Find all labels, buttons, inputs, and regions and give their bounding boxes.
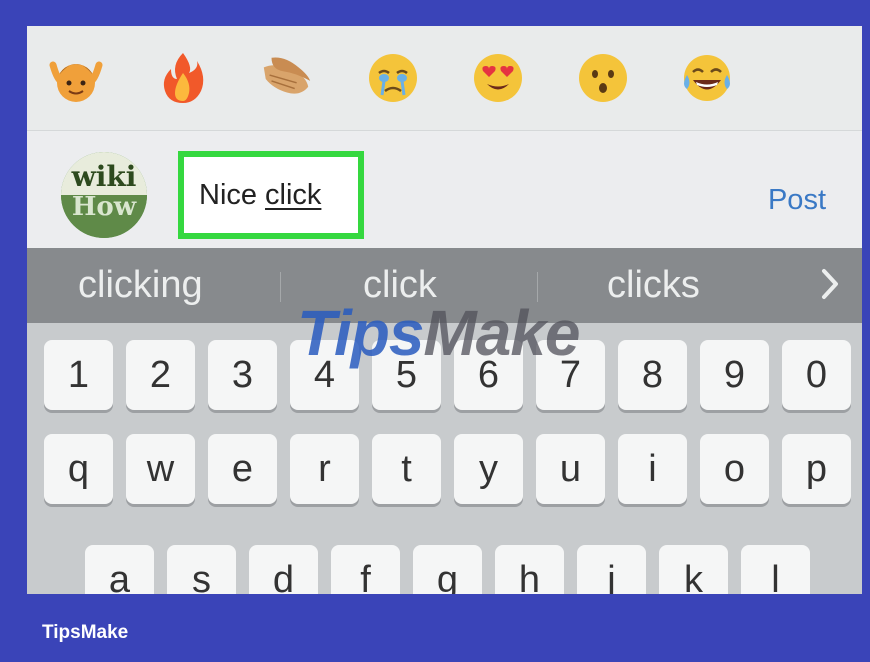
keyboard: 1 2 3 4 5 6 7 8 9 0 q w e r t y u i o p …	[27, 323, 862, 594]
key-8[interactable]: 8	[618, 340, 687, 410]
key-2[interactable]: 2	[126, 340, 195, 410]
suggestion-divider	[537, 272, 538, 302]
key-d[interactable]: d	[249, 545, 318, 594]
key-w[interactable]: w	[126, 434, 195, 504]
avatar-logo-top: wiki	[71, 160, 137, 193]
raised-hands-boy-icon[interactable]	[48, 50, 104, 106]
avatar: wiki How	[61, 152, 147, 238]
avatar-logo-bottom: How	[71, 192, 137, 222]
key-k[interactable]: k	[659, 545, 728, 594]
comment-text-underlined-word: click	[265, 178, 322, 211]
key-3[interactable]: 3	[208, 340, 277, 410]
key-9[interactable]: 9	[700, 340, 769, 410]
key-y[interactable]: y	[454, 434, 523, 504]
suggestion-click[interactable]: click	[363, 264, 437, 307]
key-q[interactable]: q	[44, 434, 113, 504]
footer-brand: TipsMake	[42, 622, 129, 643]
key-6[interactable]: 6	[454, 340, 523, 410]
crying-face-icon[interactable]	[365, 50, 421, 106]
chevron-right-icon[interactable]	[820, 268, 840, 305]
key-0[interactable]: 0	[782, 340, 851, 410]
surprised-face-icon[interactable]	[575, 50, 631, 106]
key-s[interactable]: s	[167, 545, 236, 594]
key-u[interactable]: u	[536, 434, 605, 504]
suggestion-divider	[280, 272, 281, 302]
key-1[interactable]: 1	[44, 340, 113, 410]
key-7[interactable]: 7	[536, 340, 605, 410]
post-button[interactable]: Post	[768, 184, 826, 217]
phone-screen: wiki How Nice click Post clicking click …	[27, 26, 862, 594]
key-t[interactable]: t	[372, 434, 441, 504]
key-l[interactable]: l	[741, 545, 810, 594]
key-a[interactable]: a	[85, 545, 154, 594]
key-e[interactable]: e	[208, 434, 277, 504]
key-4[interactable]: 4	[290, 340, 359, 410]
word-suggestion-bar: clicking click clicks	[27, 248, 862, 323]
emoji-bar	[27, 26, 862, 131]
key-r[interactable]: r	[290, 434, 359, 504]
key-g[interactable]: g	[413, 545, 482, 594]
heart-eyes-face-icon[interactable]	[470, 50, 526, 106]
key-5[interactable]: 5	[372, 340, 441, 410]
image-frame: wiki How Nice click Post clicking click …	[0, 0, 870, 662]
key-o[interactable]: o	[700, 434, 769, 504]
suggestion-clicks[interactable]: clicks	[607, 264, 700, 307]
key-i[interactable]: i	[618, 434, 687, 504]
key-j[interactable]: j	[577, 545, 646, 594]
clapping-hands-icon[interactable]	[258, 50, 314, 106]
comment-text-word: Nice	[199, 178, 258, 211]
key-p[interactable]: p	[782, 434, 851, 504]
comment-input[interactable]: Nice click	[178, 151, 364, 239]
key-f[interactable]: f	[331, 545, 400, 594]
fire-icon[interactable]	[155, 50, 211, 106]
key-h[interactable]: h	[495, 545, 564, 594]
tears-of-joy-face-icon[interactable]	[679, 50, 735, 106]
comment-compose-row: wiki How Nice click Post	[27, 132, 862, 247]
suggestion-clicking[interactable]: clicking	[78, 264, 203, 307]
